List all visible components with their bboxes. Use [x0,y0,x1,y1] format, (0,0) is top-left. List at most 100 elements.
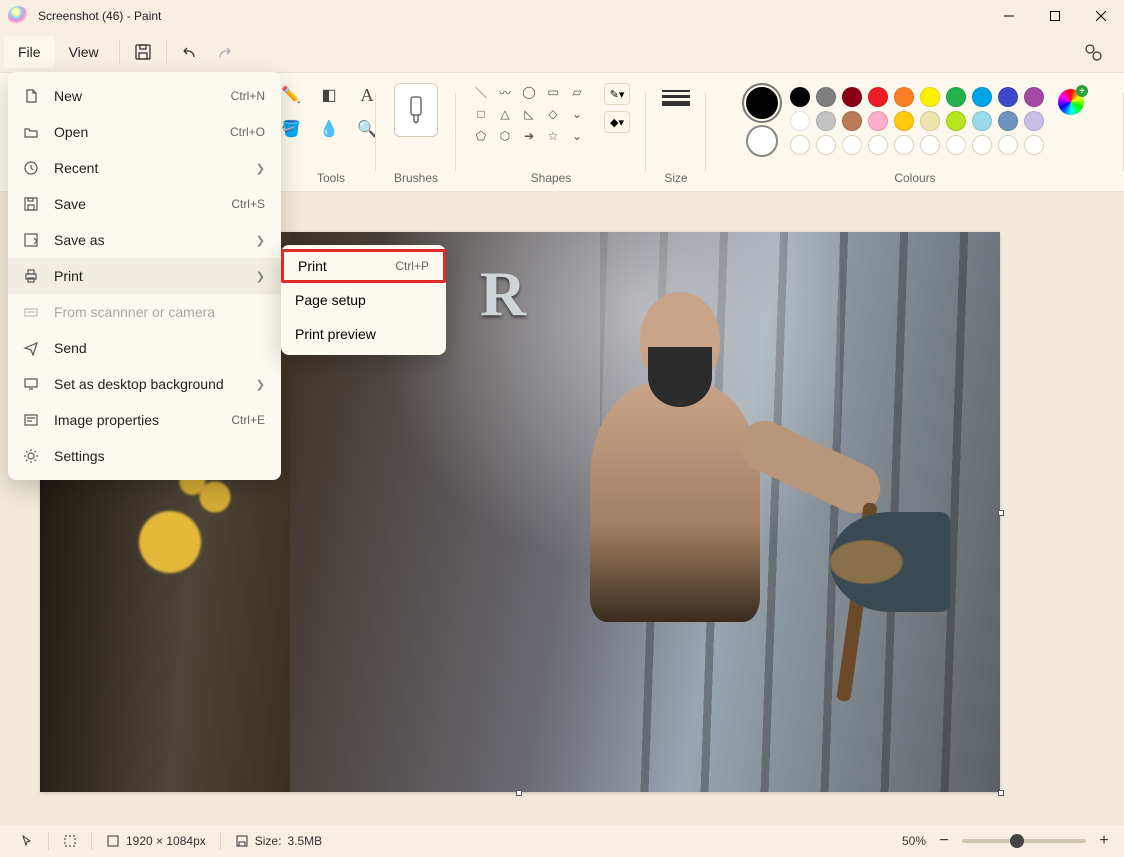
brush-selector[interactable] [394,83,438,137]
right-triangle-shape-icon[interactable]: ◺ [520,105,538,123]
palette-color[interactable] [842,135,862,155]
redo-button[interactable] [207,35,241,69]
palette-color[interactable] [972,87,992,107]
shape-fill-button[interactable]: ◆▾ [604,111,630,133]
palette-color[interactable] [998,135,1018,155]
palette-color[interactable] [868,111,888,131]
palette-color[interactable] [1024,87,1044,107]
palette-color[interactable] [816,87,836,107]
palette-color[interactable] [946,87,966,107]
square-shape-icon[interactable]: □ [472,105,490,123]
menu-settings[interactable]: Settings [8,438,281,474]
oval-shape-icon[interactable]: ◯ [520,83,538,101]
palette-color[interactable] [894,135,914,155]
polygon-shape-icon[interactable]: ▱ [568,83,586,101]
submenu-page-setup[interactable]: Page setup [281,283,446,317]
menu-save-label: Save [54,196,86,212]
shape-outline-button[interactable]: ✎▾ [604,83,630,105]
palette-color[interactable] [920,87,940,107]
palette-color[interactable] [790,135,810,155]
maximize-button[interactable] [1032,0,1078,32]
color1-swatch[interactable] [746,87,778,119]
view-tab[interactable]: View [55,36,113,68]
palette-color[interactable] [790,111,810,131]
zoom-slider[interactable] [962,839,1086,843]
arrow-shape-icon[interactable]: ➔ [520,127,538,145]
quick-save-button[interactable] [126,35,160,69]
undo-button[interactable] [173,35,207,69]
resize-handle-corner[interactable] [998,790,1004,796]
rect-shape-icon[interactable]: ▭ [544,83,562,101]
menu-new[interactable]: New Ctrl+N [8,78,281,114]
zoom-value: 50% [902,834,926,848]
palette-color[interactable] [946,111,966,131]
palette-color[interactable] [868,135,888,155]
submenu-page-setup-label: Page setup [295,292,366,308]
palette-color[interactable] [998,111,1018,131]
picker-tool-icon[interactable]: 💧 [317,117,341,141]
fill-tool-icon[interactable]: 🪣 [279,117,303,141]
menu-new-label: New [54,88,82,104]
palette-color[interactable] [946,135,966,155]
star-shape-icon[interactable]: ☆ [544,127,562,145]
eraser-tool-icon[interactable]: ◧ [317,83,341,107]
shapes-gallery[interactable]: ＼ 〰 ◯ ▭ ▱ □ △ ◺ ◇ ⌄ ⬠ ⬡ ➔ ☆ ⌄ [472,83,590,145]
menu-save[interactable]: Save Ctrl+S [8,186,281,222]
menu-send[interactable]: Send [8,330,281,366]
chevron-right-icon: ❯ [256,270,265,283]
menu-print[interactable]: Print ❯ [8,258,281,294]
menu-save-shortcut: Ctrl+S [231,197,265,211]
menu-recent[interactable]: Recent ❯ [8,150,281,186]
submenu-print-preview[interactable]: Print preview [281,317,446,351]
size-group: Size [646,73,706,191]
app-icon [8,6,28,26]
menu-open[interactable]: Open Ctrl+O [8,114,281,150]
pencil-tool-icon[interactable]: ✏️ [279,83,303,107]
save-as-icon [20,232,42,248]
palette-color[interactable] [972,135,992,155]
palette-color[interactable] [1024,135,1044,155]
callout-shape-icon[interactable]: ⌄ [568,127,586,145]
resize-handle-bottom[interactable] [516,790,522,796]
palette-color[interactable] [972,111,992,131]
menu-properties[interactable]: Image properties Ctrl+E [8,402,281,438]
size-selector[interactable] [656,83,696,113]
triangle-shape-icon[interactable]: △ [496,105,514,123]
more-shapes-icon[interactable]: ⌄ [568,105,586,123]
close-button[interactable] [1078,0,1124,32]
edit-colors-button[interactable] [1058,89,1084,115]
palette-color[interactable] [920,111,940,131]
palette-color[interactable] [894,111,914,131]
file-tab[interactable]: File [4,36,55,68]
curve-shape-icon[interactable]: 〰 [496,83,514,101]
resize-handle-right[interactable] [998,510,1004,516]
palette-color[interactable] [816,135,836,155]
palette-color[interactable] [842,111,862,131]
size-label: Size: [255,834,282,848]
zoom-out-button[interactable]: − [934,832,954,850]
pentagon-shape-icon[interactable]: ⬠ [472,127,490,145]
app-settings-button[interactable] [1076,35,1110,69]
brushes-group: Brushes [376,73,456,191]
palette-color[interactable] [816,111,836,131]
palette-color[interactable] [920,135,940,155]
zoom-in-button[interactable]: + [1094,832,1114,850]
submenu-print[interactable]: Print Ctrl+P [281,249,446,283]
palette-color[interactable] [790,87,810,107]
hexagon-shape-icon[interactable]: ⬡ [496,127,514,145]
rhombus-shape-icon[interactable]: ◇ [544,105,562,123]
palette-color[interactable] [868,87,888,107]
line-shape-icon[interactable]: ＼ [472,83,490,101]
palette-color[interactable] [998,87,1018,107]
menu-desktop-bg[interactable]: Set as desktop background ❯ [8,366,281,402]
menu-desktop-label: Set as desktop background [54,376,224,392]
color2-swatch[interactable] [746,125,778,157]
menu-save-as[interactable]: Save as ❯ [8,222,281,258]
palette-color[interactable] [1024,111,1044,131]
menu-new-shortcut: Ctrl+N [231,89,265,103]
minimize-button[interactable] [986,0,1032,32]
palette-color[interactable] [894,87,914,107]
gear-icon [20,448,42,464]
menu-scanner: From scannner or camera [8,294,281,330]
palette-color[interactable] [842,87,862,107]
